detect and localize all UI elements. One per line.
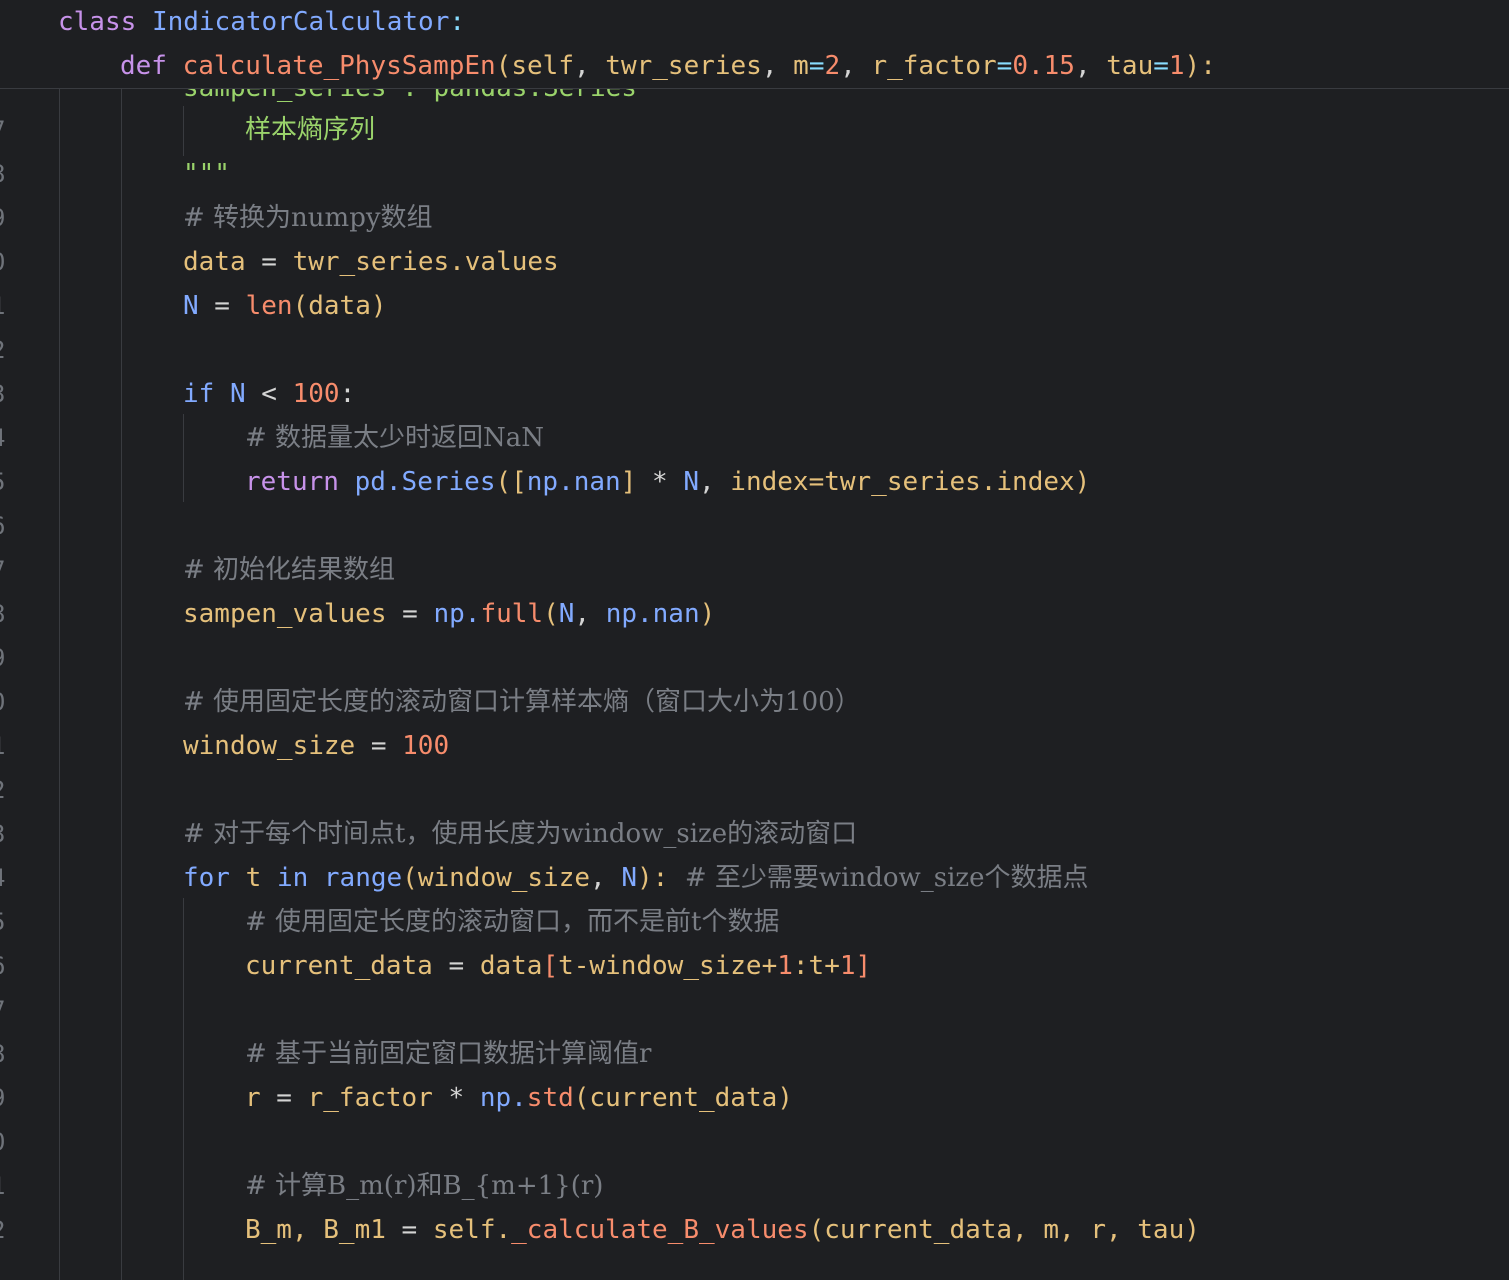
comment: # 对于每个时间点t，使用长度为window_size的滚动窗口: [183, 819, 858, 849]
code-line: sampen_values = np.full(N, np.nan): [183, 599, 716, 629]
line-number: 6: [0, 504, 11, 548]
class-declaration: class IndicatorCalculator:: [58, 7, 466, 37]
line-number: 4: [0, 856, 11, 900]
function-name[interactable]: calculate_PhysSampEn: [183, 51, 496, 81]
line-number: 2: [0, 328, 11, 372]
line-number: 1: [0, 1164, 11, 1208]
line-number: 7: [0, 988, 11, 1032]
code-line: B_m, B_m1 = self._calculate_B_values(cur…: [245, 1215, 1200, 1245]
line-number: 5: [0, 460, 11, 504]
line-number: 8: [0, 152, 11, 196]
code-editor[interactable]: 2 9 7 8 9 0 1 2 3 4 5 6 7 8 9 0 1 2 3 4 …: [0, 0, 1509, 1280]
docstring-end: """: [183, 159, 230, 189]
line-number: 2: [0, 1208, 11, 1252]
sticky-scope-header: class IndicatorCalculator: def calculate…: [0, 0, 1509, 89]
class-name[interactable]: IndicatorCalculator: [152, 7, 449, 37]
code-line: for t in range(window_size, N): # 至少需要wi…: [183, 863, 1089, 893]
line-number: 7: [0, 548, 11, 592]
comment: # 计算B_m(r)和B_{m+1}(r): [245, 1171, 604, 1201]
line-number: 3: [0, 372, 11, 416]
line-number: 9: [0, 196, 11, 240]
comment: # 转换为numpy数组: [183, 203, 433, 233]
line-number: 1: [0, 284, 11, 328]
comment: # 初始化结果数组: [183, 555, 396, 585]
indent-guide: [59, 88, 60, 1280]
code-line: current_data = data[t-window_size+1:t+1]: [245, 951, 872, 981]
comment: # 数据量太少时返回NaN: [245, 423, 545, 453]
line-number: 5: [0, 900, 11, 944]
line-number: 4: [0, 416, 11, 460]
comment: # 使用固定长度的滚动窗口，而不是前t个数据: [245, 907, 780, 937]
line-number: 0: [0, 240, 11, 284]
docstring-text: 样本熵序列: [245, 115, 376, 145]
comment: # 使用固定长度的滚动窗口计算样本熵（窗口大小为100）: [183, 687, 861, 717]
line-number-gutter: 2 9 7 8 9 0 1 2 3 4 5 6 7 8 9 0 1 2 3 4 …: [0, 0, 12, 1280]
indent-guide: [183, 106, 184, 156]
indent-guide: [183, 414, 184, 502]
code-line: return pd.Series([np.nan] * N, index=twr…: [245, 467, 1091, 497]
code-line: window_size = 100: [183, 731, 450, 761]
line-number: 9: [0, 636, 11, 680]
line-number: 3: [0, 812, 11, 856]
line-number: 7: [0, 108, 11, 152]
line-number: 2: [0, 768, 11, 812]
line-number: 6: [0, 944, 11, 988]
line-number: 0: [0, 680, 11, 724]
line-number: 8: [0, 1032, 11, 1076]
code-line: r = r_factor * np.std(current_data): [245, 1083, 793, 1113]
line-number: 1: [0, 724, 11, 768]
indent-guide: [183, 898, 184, 1280]
line-number: 8: [0, 592, 11, 636]
line-number: 9: [0, 1076, 11, 1120]
indent-guide: [121, 88, 122, 1280]
code-line: N = len(data): [183, 291, 387, 321]
comment: # 基于当前固定窗口数据计算阈值r: [245, 1039, 652, 1069]
function-declaration: def calculate_PhysSampEn(self, twr_serie…: [120, 51, 1216, 81]
code-line: data = twr_series.values: [183, 247, 559, 277]
line-number: 0: [0, 1120, 11, 1164]
code-line: if N < 100:: [183, 379, 356, 409]
